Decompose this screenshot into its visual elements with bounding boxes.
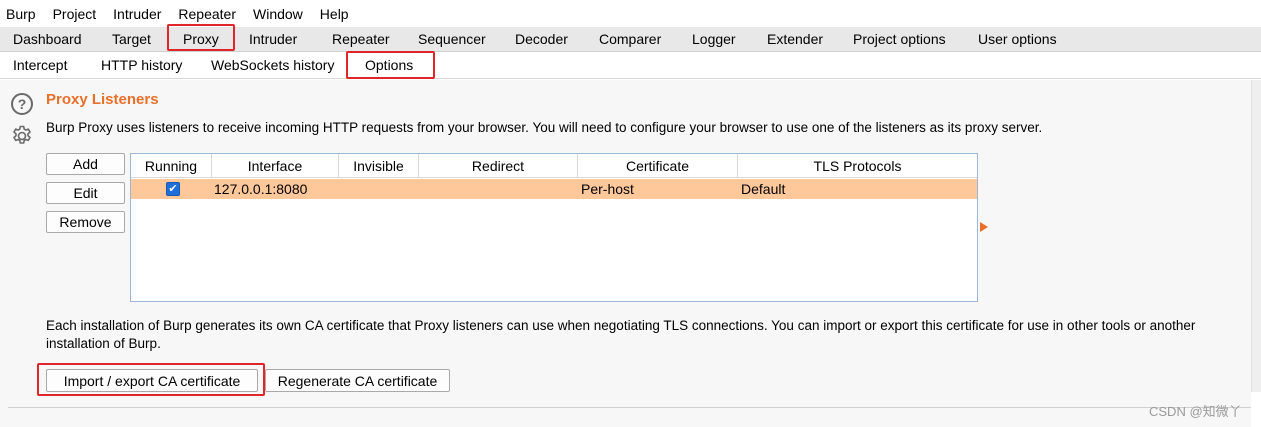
tab-options[interactable]: Options (365, 57, 413, 73)
ca-description: Each installation of Burp generates its … (46, 318, 1196, 351)
tab-target[interactable]: Target (112, 31, 151, 47)
menu-project[interactable]: Project (53, 6, 97, 22)
column-certificate[interactable]: Certificate (578, 154, 738, 178)
table-header: Running Interface Invisible Redirect Cer… (131, 154, 977, 178)
column-tls-protocols[interactable]: TLS Protocols (738, 154, 977, 178)
proxy-sub-tab-bar: Intercept HTTP history WebSockets histor… (0, 52, 1261, 79)
tab-comparer[interactable]: Comparer (599, 31, 661, 47)
menu-intruder[interactable]: Intruder (113, 6, 161, 22)
menu-repeater[interactable]: Repeater (178, 6, 236, 22)
cell-tls-protocols: Default (741, 181, 786, 197)
section-title: Proxy Listeners (46, 91, 159, 108)
tab-extender[interactable]: Extender (767, 31, 823, 47)
regenerate-ca-button[interactable]: Regenerate CA certificate (265, 369, 450, 392)
column-invisible[interactable]: Invisible (339, 154, 419, 178)
triangle-right-icon[interactable] (980, 222, 988, 232)
menu-bar: Burp Project Intruder Repeater Window He… (0, 0, 1261, 27)
tab-proxy[interactable]: Proxy (183, 31, 219, 47)
tab-sequencer[interactable]: Sequencer (418, 31, 486, 47)
table-row[interactable]: ✔ 127.0.0.1:8080 Per-host Default (131, 179, 977, 199)
tab-http-history[interactable]: HTTP history (101, 57, 182, 73)
cell-certificate: Per-host (581, 181, 634, 197)
import-export-ca-button[interactable]: Import / export CA certificate (46, 369, 258, 392)
tab-dashboard[interactable]: Dashboard (13, 31, 82, 47)
listeners-table[interactable]: Running Interface Invisible Redirect Cer… (130, 153, 978, 302)
column-running[interactable]: Running (131, 154, 212, 178)
tab-websockets-history[interactable]: WebSockets history (211, 57, 334, 73)
section-divider (8, 407, 1251, 408)
section-description: Burp Proxy uses listeners to receive inc… (46, 120, 1043, 135)
vertical-scrollbar[interactable] (1251, 80, 1261, 392)
menu-window[interactable]: Window (253, 6, 303, 22)
gear-icon[interactable] (10, 124, 34, 148)
watermark: CSDN @知微丫 (1149, 404, 1242, 419)
checkbox-checked-icon[interactable]: ✔ (166, 182, 180, 196)
menu-help[interactable]: Help (320, 6, 349, 22)
tab-project-options[interactable]: Project options (853, 31, 946, 47)
tab-repeater[interactable]: Repeater (332, 31, 390, 47)
tab-decoder[interactable]: Decoder (515, 31, 568, 47)
help-circle-icon[interactable]: ? (11, 93, 33, 115)
main-tab-bar: Dashboard Target Proxy Intruder Repeater… (0, 27, 1261, 52)
tab-logger[interactable]: Logger (692, 31, 736, 47)
cell-interface: 127.0.0.1:8080 (214, 181, 308, 197)
tab-user-options[interactable]: User options (978, 31, 1057, 47)
tab-intruder[interactable]: Intruder (249, 31, 297, 47)
tab-intercept[interactable]: Intercept (13, 57, 67, 73)
edit-listener-button[interactable]: Edit (46, 182, 125, 204)
remove-listener-button[interactable]: Remove (46, 211, 125, 233)
menu-burp[interactable]: Burp (6, 6, 36, 22)
column-redirect[interactable]: Redirect (419, 154, 578, 178)
add-listener-button[interactable]: Add (46, 153, 125, 175)
column-interface[interactable]: Interface (212, 154, 339, 178)
